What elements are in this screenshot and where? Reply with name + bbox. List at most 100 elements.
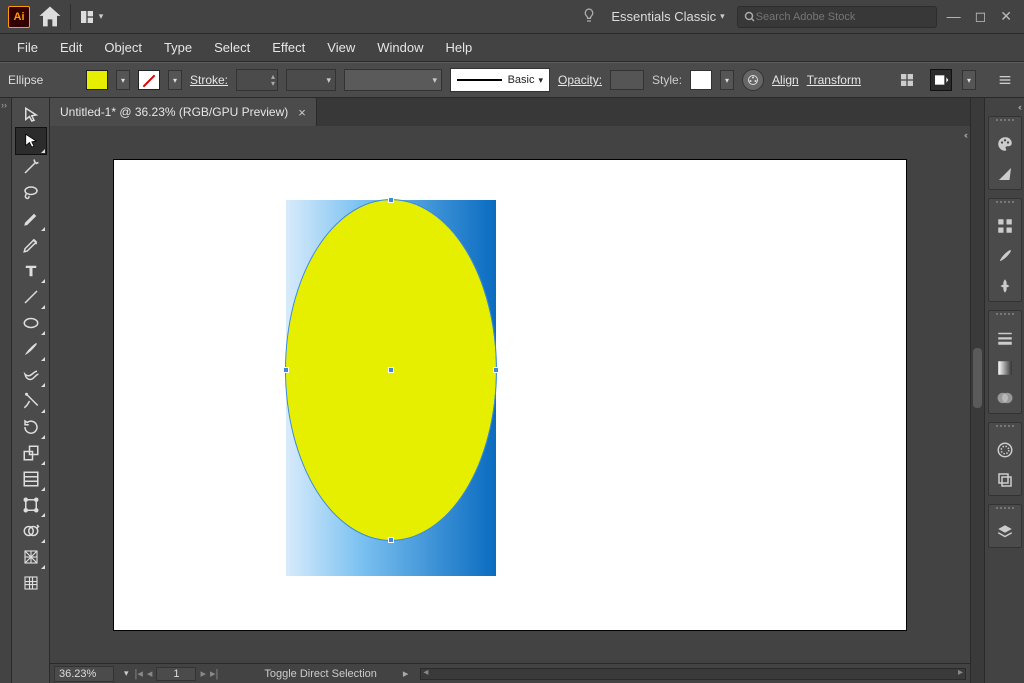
anchor-handle-bottom[interactable] [388, 537, 394, 543]
search-icon [744, 11, 756, 23]
tool-paintbrush[interactable] [16, 336, 46, 362]
stroke-weight-input[interactable]: ▴▾ [236, 69, 278, 91]
vertical-scroll-thumb[interactable] [973, 348, 982, 408]
search-help-icon[interactable] [581, 7, 597, 26]
canvas[interactable]: ‹‹ [50, 126, 970, 663]
window-maximize-button[interactable]: ◻ [975, 8, 987, 25]
menu-select[interactable]: Select [205, 37, 259, 58]
nav-prev[interactable]: ◂ [147, 667, 153, 680]
caret-down-icon: ▾ [720, 11, 725, 22]
home-button[interactable] [36, 4, 64, 30]
menu-effect[interactable]: Effect [263, 37, 314, 58]
right-collapse-chevrons[interactable]: ‹‹ [964, 130, 966, 140]
fill-swatch[interactable] [86, 70, 108, 90]
zoom-dropdown[interactable]: ▾ [124, 668, 129, 679]
horizontal-scrollbar[interactable] [420, 668, 966, 680]
stroke-dropdown[interactable]: ▾ [168, 70, 182, 90]
panel-appearance-icon[interactable] [994, 439, 1016, 461]
brush-gray-box[interactable]: ▾ [344, 69, 442, 91]
anchor-handle-top[interactable] [388, 197, 394, 203]
stroke-swatch[interactable] [138, 70, 160, 90]
tool-rotate[interactable] [16, 414, 46, 440]
tool-perspective[interactable] [16, 544, 46, 570]
menu-help[interactable]: Help [436, 37, 481, 58]
menu-view[interactable]: View [318, 37, 364, 58]
left-collapse-strip[interactable]: ›› [0, 98, 12, 683]
anchor-handle-right[interactable] [493, 367, 499, 373]
zoom-level-input[interactable]: 36.23% [54, 666, 114, 682]
panel-group-stroke [988, 310, 1022, 414]
menu-object[interactable]: Object [95, 37, 151, 58]
tool-eraser[interactable] [16, 388, 46, 414]
tool-scale[interactable] [16, 440, 46, 466]
artboard[interactable] [114, 160, 906, 630]
recolor-artwork-button[interactable] [742, 69, 764, 91]
tool-lasso[interactable] [16, 180, 46, 206]
brush-definition-dropdown[interactable]: Basic ▾ [450, 68, 550, 92]
divider [70, 4, 71, 30]
tab-close-button[interactable]: × [298, 105, 306, 120]
graphic-style-swatch[interactable] [690, 70, 712, 90]
tool-width[interactable] [16, 466, 46, 492]
stock-search-input[interactable] [756, 11, 930, 23]
panel-graphicstyles-icon[interactable] [994, 469, 1016, 491]
document-tab[interactable]: Untitled-1* @ 36.23% (RGB/GPU Preview) × [50, 98, 317, 126]
tool-free-transform[interactable] [16, 492, 46, 518]
panel-colorguide-icon[interactable] [994, 163, 1016, 185]
workspace-switcher[interactable]: Essentials Classic ▾ [611, 9, 724, 24]
panel-symbols-icon[interactable] [994, 275, 1016, 297]
panel-menu-icon[interactable] [994, 69, 1016, 91]
menu-window[interactable]: Window [368, 37, 432, 58]
tool-rectangle[interactable] [16, 310, 46, 336]
tool-shape-builder[interactable] [16, 518, 46, 544]
tool-magic-wand[interactable] [16, 154, 46, 180]
tool-direct-selection[interactable] [16, 128, 46, 154]
nav-last[interactable]: ▸| [210, 667, 218, 680]
tool-type[interactable] [16, 258, 46, 284]
stock-search[interactable] [737, 6, 937, 28]
tool-mesh[interactable] [16, 570, 46, 596]
panel-transparency-icon[interactable] [994, 387, 1016, 409]
fill-dropdown[interactable]: ▾ [116, 70, 130, 90]
tool-pencil[interactable] [16, 362, 46, 388]
panel-color-icon[interactable] [994, 133, 1016, 155]
nav-next[interactable]: ▸ [200, 667, 206, 680]
artboard-number-input[interactable]: 1 [156, 667, 196, 681]
anchor-handle-left[interactable] [283, 367, 289, 373]
nav-first[interactable]: |◂ [135, 667, 143, 680]
options-overflow[interactable]: ▾ [962, 70, 976, 90]
panel-gradient-icon[interactable] [994, 357, 1016, 379]
tool-line[interactable] [16, 284, 46, 310]
style-dropdown[interactable]: ▾ [720, 70, 734, 90]
vertical-scrollbar[interactable] [970, 98, 984, 683]
tool-pen[interactable] [16, 206, 46, 232]
align-link[interactable]: Align [772, 73, 799, 87]
opacity-input[interactable] [610, 70, 644, 90]
menu-type[interactable]: Type [155, 37, 201, 58]
tool-selection[interactable] [16, 102, 46, 128]
status-bar: 36.23% ▾ |◂ ◂ 1 ▸ ▸| Toggle Direct Selec… [50, 663, 970, 683]
panel-group-layers [988, 504, 1022, 548]
opacity-label[interactable]: Opacity: [558, 73, 602, 87]
transform-link[interactable]: Transform [807, 73, 861, 87]
stroke-label[interactable]: Stroke: [190, 73, 228, 87]
window-close-button[interactable]: ✕ [1000, 8, 1012, 25]
expand-panels-chevron[interactable]: ‹‹ [1018, 102, 1020, 112]
anchor-handle-center[interactable] [388, 367, 394, 373]
tool-curvature[interactable] [16, 232, 46, 258]
window-minimize-button[interactable]: — [947, 8, 961, 25]
status-menu-arrow[interactable]: ▸ [403, 667, 409, 680]
panel-layers-icon[interactable] [994, 521, 1016, 543]
varwidth-profile-dropdown[interactable]: ▾ [286, 69, 336, 91]
panel-brushes-icon[interactable] [994, 245, 1016, 267]
workspace-name: Essentials Classic [611, 9, 716, 24]
menu-edit[interactable]: Edit [51, 37, 91, 58]
align-pixel-button[interactable] [930, 69, 952, 91]
panel-swatches-icon[interactable] [994, 215, 1016, 237]
caret-down-icon: ▾ [99, 11, 104, 22]
brush-name: Basic [508, 74, 535, 86]
panel-stroke-icon[interactable] [994, 327, 1016, 349]
menu-file[interactable]: File [8, 37, 47, 58]
isolate-button[interactable] [896, 69, 918, 91]
arrange-documents-button[interactable]: ▾ [77, 4, 105, 30]
